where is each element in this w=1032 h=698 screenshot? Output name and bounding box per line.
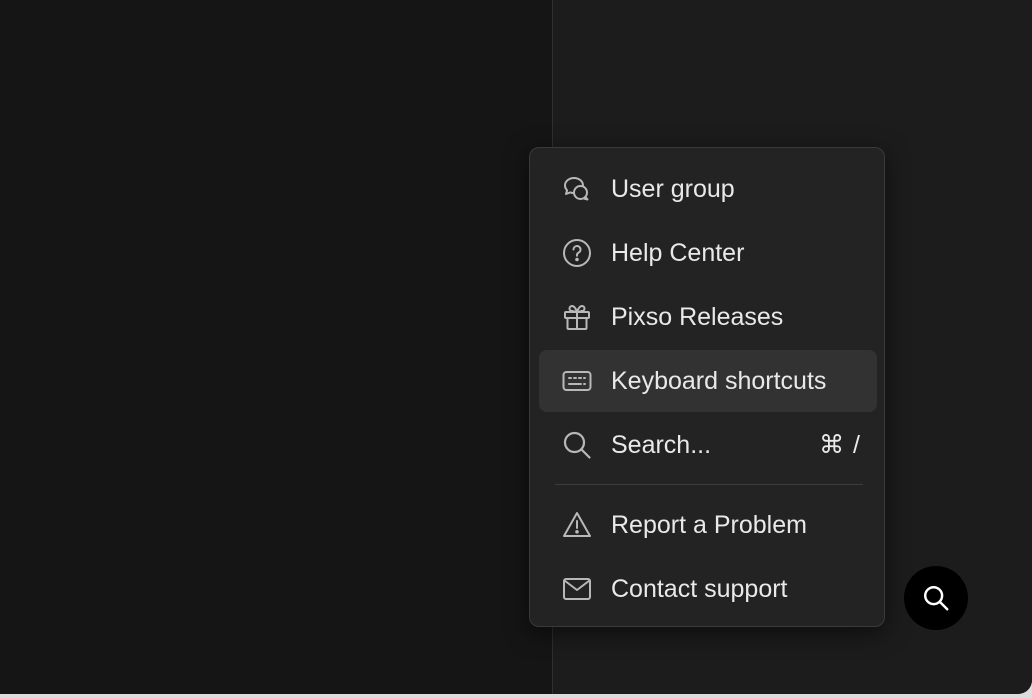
menu-item-report-problem[interactable]: Report a Problem xyxy=(539,494,877,556)
keyboard-icon xyxy=(561,365,593,397)
shortcut-hint: ⌘ / xyxy=(819,431,861,459)
menu-item-label: Report a Problem xyxy=(611,511,807,539)
menu-item-label: Keyboard shortcuts xyxy=(611,367,827,395)
menu-item-help-center[interactable]: Help Center xyxy=(539,222,877,284)
chat-bubbles-icon xyxy=(561,173,593,205)
menu-item-pixso-releases[interactable]: Pixso Releases xyxy=(539,286,877,348)
gift-icon xyxy=(561,301,593,333)
menu-item-label: Search... xyxy=(611,431,712,459)
search-icon xyxy=(921,583,951,613)
menu-separator xyxy=(555,484,863,485)
help-search-button[interactable] xyxy=(904,566,968,630)
help-menu: User group Help Center Pixso Releases Ke… xyxy=(529,147,885,627)
left-pane xyxy=(0,0,552,694)
mail-icon xyxy=(561,573,593,605)
menu-item-label: Pixso Releases xyxy=(611,303,784,331)
search-icon xyxy=(561,429,593,461)
menu-item-label: Contact support xyxy=(611,575,788,603)
menu-item-label: User group xyxy=(611,175,735,203)
menu-item-search[interactable]: Search... ⌘ / xyxy=(539,414,877,476)
warning-icon xyxy=(561,509,593,541)
menu-item-contact-support[interactable]: Contact support xyxy=(539,558,877,620)
menu-item-keyboard-shortcuts[interactable]: Keyboard shortcuts xyxy=(539,350,877,412)
question-circle-icon xyxy=(561,237,593,269)
menu-item-user-group[interactable]: User group xyxy=(539,158,877,220)
menu-item-label: Help Center xyxy=(611,239,745,267)
app-window: User group Help Center Pixso Releases Ke… xyxy=(0,0,1032,694)
